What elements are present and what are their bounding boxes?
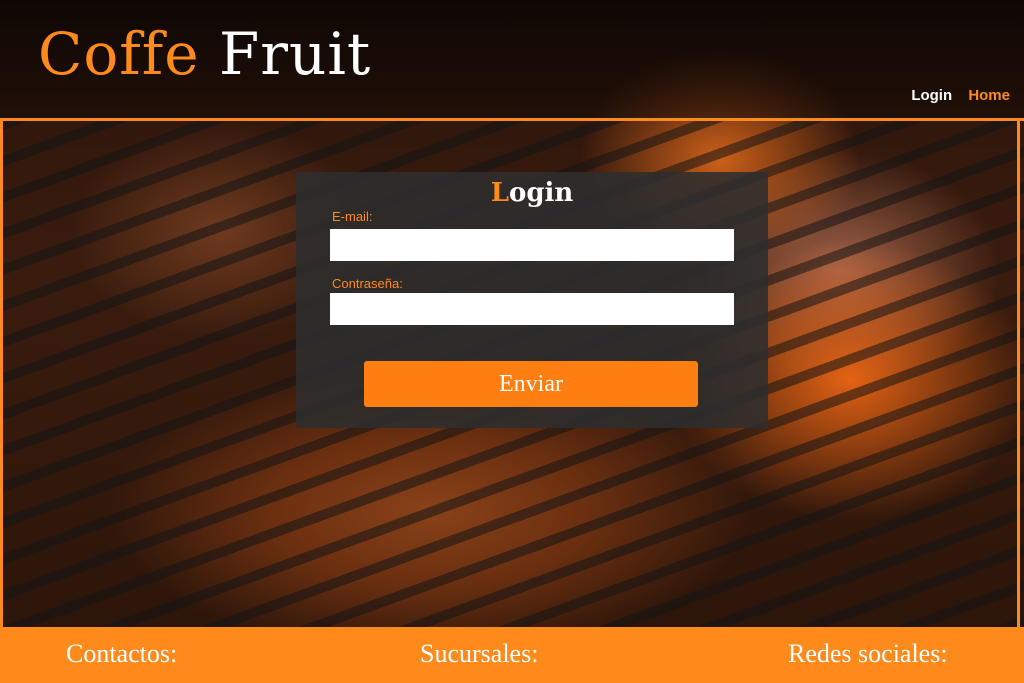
logo: Coffe Fruit: [38, 20, 371, 88]
email-field[interactable]: [330, 229, 734, 261]
login-panel: Login E-mail: Contraseña: Enviar: [296, 172, 768, 428]
nav-link-login[interactable]: Login: [911, 87, 952, 104]
password-field[interactable]: [330, 293, 734, 325]
email-label: E-mail:: [332, 209, 373, 224]
password-label: Contraseña:: [332, 276, 403, 291]
login-title: Login: [296, 178, 768, 208]
logo-word-1: Coffe: [38, 20, 200, 88]
header: Coffe Fruit Login Home: [0, 0, 1024, 121]
footer-social: Redes sociales:: [788, 639, 948, 668]
footer-contacts: Contactos:: [66, 639, 178, 668]
login-title-initial: L: [490, 178, 509, 208]
submit-button[interactable]: Enviar: [364, 361, 698, 407]
footer-branches: Sucursales:: [420, 639, 539, 668]
nav-link-home[interactable]: Home: [968, 87, 1010, 104]
login-title-rest: ogin: [508, 178, 574, 208]
footer: Contactos: Sucursales: Redes sociales:: [0, 627, 1024, 683]
logo-word-2: Fruit: [219, 20, 372, 88]
top-nav: Login Home: [899, 87, 1010, 104]
